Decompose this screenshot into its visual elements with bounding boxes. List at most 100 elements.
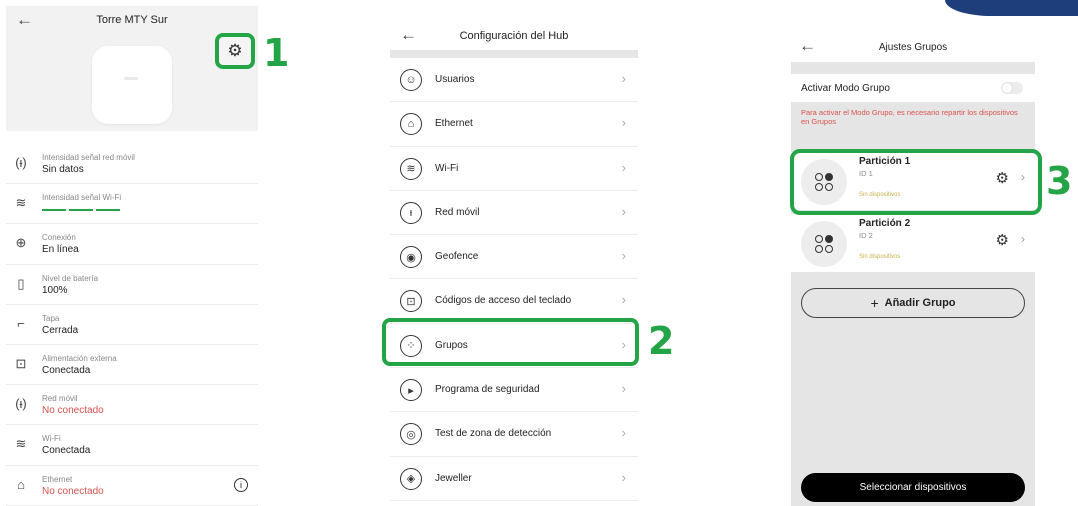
partition-highlight-box: [790, 149, 1042, 215]
info-icon[interactable]: i: [234, 477, 248, 492]
list-item: ≋ Intensidad señal Wi-Fi: [6, 184, 258, 225]
wifi-icon: ≋: [15, 436, 27, 452]
row-value: No conectado: [42, 405, 104, 417]
row-value: 100%: [42, 284, 68, 296]
cell-signal-icon: ᵼ: [400, 201, 422, 224]
row-label: Alimentación externa: [42, 353, 117, 363]
status-list: (ᵼ) Intensidad señal red móvil Sin datos…: [6, 144, 258, 506]
wifi-icon: ≋: [15, 195, 27, 211]
partition-id: ID 2: [859, 231, 873, 240]
ethernet-icon: ⌂: [17, 476, 25, 492]
add-group-label: Añadir Grupo: [884, 297, 956, 309]
list-item-usuarios[interactable]: ☺ Usuarios ›: [390, 58, 638, 103]
group-settings-screen: ← Ajustes Grupos Activar Modo Grupo Para…: [791, 32, 1035, 506]
gear-icon[interactable]: ⚙: [996, 231, 1009, 249]
divider: [791, 62, 1035, 74]
list-item-red-movil[interactable]: ᵼ Red móvil ›: [390, 191, 638, 236]
row-value: En línea: [42, 244, 79, 256]
user-icon: ☺: [400, 69, 422, 91]
item-label: Geofence: [435, 251, 479, 263]
list-item-geofence[interactable]: ◉ Geofence ›: [390, 235, 638, 280]
gear-icon: ⚙: [227, 41, 243, 60]
list-item: ⊡ Alimentación externa Conectada: [6, 345, 258, 386]
settings-gear-button[interactable]: ⚙: [215, 33, 255, 69]
row-label: Tapa: [42, 313, 60, 323]
groups-icon: [801, 221, 847, 267]
list-item-ethernet[interactable]: ⌂ Ethernet ›: [390, 102, 638, 147]
select-devices-label: Seleccionar dispositivos: [859, 482, 967, 493]
item-label: Códigos de acceso del teclado: [435, 295, 572, 307]
page-title: Configuración del Hub: [459, 30, 569, 42]
row-label: Wi-Fi: [42, 434, 61, 444]
grupos-highlight-box: [382, 318, 639, 366]
jeweller-icon: ◈: [400, 467, 422, 490]
list-item-wifi[interactable]: ≋ Wi-Fi ›: [390, 147, 638, 191]
step-number-3: 3: [1046, 159, 1073, 203]
list-item: (ᵼ) Red móvil No conectado: [6, 385, 258, 426]
list-item: ▯ Nivel de batería 100%: [6, 265, 258, 305]
chevron-right-icon: ›: [621, 292, 626, 308]
row-value: Sin datos: [42, 164, 84, 175]
row-label: Red móvil: [42, 394, 78, 404]
cell-signal-icon: (ᵼ): [15, 396, 27, 412]
item-label: Wi-Fi: [435, 162, 459, 174]
list-item: ≋ Wi-Fi Conectada: [6, 425, 258, 466]
chevron-right-icon: ›: [621, 159, 626, 175]
page-title: Torre MTY Sur: [96, 14, 168, 26]
chevron-right-icon: ›: [621, 248, 626, 264]
divider: [390, 50, 638, 58]
plus-icon: +: [870, 295, 879, 311]
row-value: Cerrada: [42, 324, 79, 336]
globe-icon: ⊕: [15, 235, 27, 251]
chevron-right-icon: ›: [621, 469, 626, 485]
list-item: (ᵼ) Intensidad señal red móvil Sin datos: [6, 144, 258, 185]
row-label: Conexión: [42, 233, 76, 243]
hub-device-image: [92, 46, 172, 124]
select-devices-button[interactable]: Seleccionar dispositivos: [801, 473, 1025, 502]
settings-list: ☺ Usuarios › ⌂ Ethernet › ≋ Wi-Fi › ᵼ Re…: [390, 58, 638, 501]
item-label: Programa de seguridad: [435, 384, 540, 396]
group-mode-note: Para activar el Modo Grupo, es necesario…: [801, 108, 1018, 127]
group-mode-label: Activar Modo Grupo: [801, 83, 890, 94]
item-label: Red móvil: [435, 206, 480, 218]
item-label: Jeweller: [435, 472, 472, 484]
list-item-test-zona[interactable]: ◎ Test de zona de detección ›: [390, 412, 638, 457]
item-label: Test de zona de detección: [435, 428, 552, 440]
row-value: No conectado: [42, 485, 104, 497]
hub-settings-screen: ← Configuración del Hub ☺ Usuarios › ⌂ E…: [390, 22, 638, 506]
partition-name: Partición 2: [859, 218, 911, 229]
lid-icon: ⌐: [17, 315, 25, 331]
add-group-button[interactable]: + Añadir Grupo: [801, 288, 1025, 318]
lock-icon: ⊡: [400, 290, 422, 313]
corner-accent-shape: [945, 0, 1078, 16]
ethernet-icon: ⌂: [400, 113, 422, 136]
row-value: Conectada: [42, 445, 91, 457]
row-value: Conectada: [42, 364, 91, 376]
geofence-icon: ◉: [400, 246, 422, 269]
wifi-strength-bars: [42, 209, 120, 212]
group-mode-toggle[interactable]: [1001, 82, 1023, 94]
partition-card-2[interactable]: Partición 2 ID 2 Sin dispositivos ⚙ ›: [791, 214, 1035, 272]
item-label: Ethernet: [435, 118, 473, 130]
hub-status-screen: ← Torre MTY Sur (ᵼ) Intensidad señal red…: [6, 6, 258, 506]
list-item-jeweller[interactable]: ◈ Jeweller ›: [390, 457, 638, 501]
list-item: ⌂ Ethernet No conectado i: [6, 466, 258, 506]
wifi-icon: ≋: [400, 157, 422, 180]
row-label: Intensidad señal Wi-Fi: [42, 193, 122, 203]
header-bar: ← Configuración del Hub: [390, 22, 638, 50]
partition-status: Sin dispositivos: [859, 254, 901, 260]
list-item: ⌐ Tapa Cerrada: [6, 305, 258, 345]
list-item: ⊕ Conexión En línea: [6, 224, 258, 265]
row-label: Ethernet: [42, 474, 73, 484]
page-title: Ajustes Grupos: [878, 42, 948, 53]
cell-signal-icon: (ᵼ): [15, 155, 27, 170]
detection-icon: ◎: [400, 423, 422, 446]
row-label: Intensidad señal red móvil: [42, 153, 135, 162]
item-label: Usuarios: [435, 74, 475, 85]
row-label: Nivel de batería: [42, 273, 99, 283]
chevron-right-icon: ›: [621, 381, 626, 397]
list-item-programa[interactable]: ▸ Programa de seguridad ›: [390, 368, 638, 413]
chevron-right-icon: ›: [621, 203, 626, 219]
chevron-right-icon: ›: [1021, 232, 1025, 246]
header-bar: ← Torre MTY Sur: [6, 6, 258, 36]
